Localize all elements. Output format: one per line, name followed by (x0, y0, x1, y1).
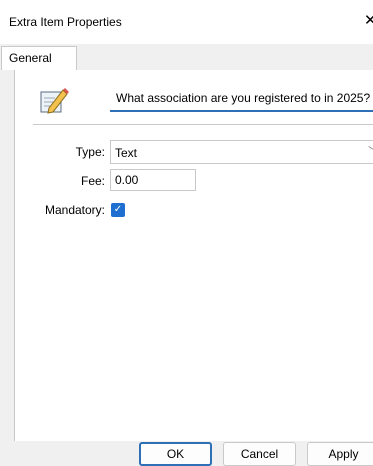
tab-strip: General (0, 44, 373, 70)
cancel-button[interactable]: Cancel (223, 442, 296, 466)
general-panel: Type: Text ﹀ Fee: Mandatory: ✓ (14, 70, 373, 441)
type-select[interactable]: Text ﹀ (110, 140, 373, 164)
mandatory-checkbox[interactable]: ✓ (111, 203, 125, 217)
ok-button[interactable]: OK (139, 442, 212, 466)
pencil-note-icon (40, 88, 69, 114)
type-label: Type: (75, 145, 105, 159)
close-icon[interactable]: ✕ (364, 13, 373, 28)
fee-input[interactable] (110, 169, 196, 191)
apply-button[interactable]: Apply (307, 442, 373, 466)
tab-general-label: General (9, 51, 52, 65)
tab-general[interactable]: General (1, 46, 77, 70)
window-title: Extra Item Properties (9, 15, 122, 29)
fee-label: Fee: (80, 174, 105, 188)
divider (33, 124, 373, 125)
title-bar: Extra Item Properties ✕ (0, 0, 373, 44)
item-name-input[interactable] (110, 86, 373, 112)
type-select-value: Text (115, 146, 138, 160)
mandatory-label: Mandatory: (44, 203, 105, 217)
chevron-down-icon[interactable]: ﹀ (368, 143, 373, 160)
